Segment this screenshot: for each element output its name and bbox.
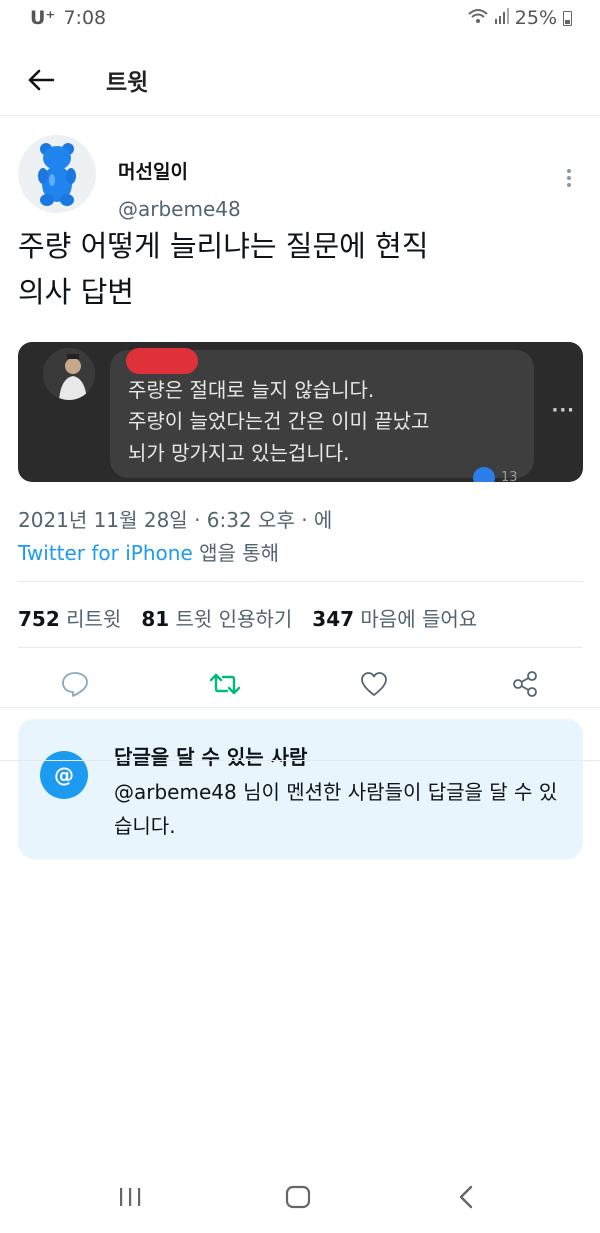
media-text-line: 주량이 늘었다는건 간은 이미 끝났고 — [128, 409, 430, 433]
gummy-bear-avatar-icon — [38, 143, 76, 206]
tweet-media-image[interactable]: 주량은 절대로 늘지 않습니다. 주량이 늘었다는건 간은 이미 끝났고 뇌가 … — [18, 342, 583, 482]
quotes-count: 81 — [141, 607, 170, 631]
tweet-text-line: 주량 어떻게 늘리냐는 질문에 현직 — [18, 229, 429, 263]
at-icon: @ — [40, 751, 88, 799]
carrier-label: U⁺ — [30, 7, 56, 29]
page-title: 트윗 — [106, 69, 149, 96]
source-app-link[interactable]: Twitter for iPhone — [18, 541, 193, 565]
source-suffix: 앱을 통해 — [192, 541, 280, 565]
reply-restriction-title: 답글을 달 수 있는 사람 — [114, 745, 308, 769]
retweets-stat[interactable]: 752 리트윗 — [18, 603, 121, 632]
signal-icon — [494, 7, 509, 29]
tweet-text-line: 의사 답변 — [18, 275, 134, 309]
redaction-scribble — [126, 348, 198, 374]
retweets-label: 리트윗 — [59, 607, 122, 631]
likes-count: 347 — [312, 607, 355, 631]
action-bar — [0, 662, 600, 706]
author-row[interactable]: 머선일이 @arbeme48 — [18, 135, 583, 221]
reply-restriction-description: @arbeme48 님이 멘션한 사람들이 답글을 달 수 있습니다. — [114, 780, 558, 838]
wifi-icon — [467, 7, 489, 30]
media-more-icon: ··· — [551, 400, 575, 421]
media-text-line: 주량은 절대로 늘지 않습니다. — [128, 378, 375, 402]
recent-apps-icon[interactable] — [108, 1175, 152, 1219]
media-reaction-icon — [473, 467, 495, 482]
divider — [0, 707, 600, 708]
retweet-icon[interactable] — [203, 662, 247, 706]
divider — [18, 581, 583, 582]
home-icon[interactable] — [276, 1175, 320, 1219]
app-header: 트윗 — [0, 44, 600, 116]
share-icon[interactable] — [503, 662, 547, 706]
like-icon[interactable] — [352, 662, 396, 706]
retweets-count: 752 — [18, 607, 60, 631]
likes-stat[interactable]: 347 마음에 들어요 — [312, 603, 477, 632]
source-row: Twitter for iPhone 앱을 통해 — [18, 537, 279, 566]
clock: 7:08 — [63, 7, 107, 29]
media-reaction-count: 13 — [501, 470, 518, 482]
battery-icon — [563, 10, 572, 26]
status-bar: U⁺ 7:08 25% — [0, 0, 600, 36]
author-name[interactable]: 머선일이 — [118, 157, 188, 184]
system-nav-bar — [0, 1165, 600, 1225]
nav-back-icon[interactable] — [444, 1175, 488, 1219]
quotes-label: 트윗 인용하기 — [169, 607, 293, 631]
battery-percent: 25% — [514, 7, 557, 29]
likes-label: 마음에 들어요 — [354, 607, 478, 631]
tweet-timestamp: 2021년 11월 28일 · 6:32 오후 · 에 — [18, 508, 333, 532]
divider — [18, 647, 583, 648]
avatar[interactable] — [18, 135, 96, 213]
tweet-text: 주량 어떻게 늘리냐는 질문에 현직 의사 답변 — [18, 223, 578, 315]
author-handle[interactable]: @arbeme48 — [118, 197, 241, 221]
divider — [0, 760, 600, 761]
tweet-stats: 752 리트윗 81 트윗 인용하기 347 마음에 들어요 — [18, 603, 477, 632]
quotes-stat[interactable]: 81 트윗 인용하기 — [141, 603, 292, 632]
status-left: U⁺ 7:08 — [30, 7, 106, 29]
media-text-line: 뇌가 망가지고 있는겁니다. — [128, 441, 350, 465]
more-vertical-icon[interactable] — [557, 163, 581, 193]
reply-restriction-card: @ 답글을 달 수 있는 사람 @arbeme48 님이 멘션한 사람들이 답글… — [18, 719, 583, 859]
media-avatar — [43, 348, 95, 400]
loading-dot — [297, 790, 301, 794]
reply-icon[interactable] — [53, 662, 97, 706]
back-arrow-icon[interactable] — [16, 55, 66, 105]
status-right: 25% — [467, 7, 572, 30]
